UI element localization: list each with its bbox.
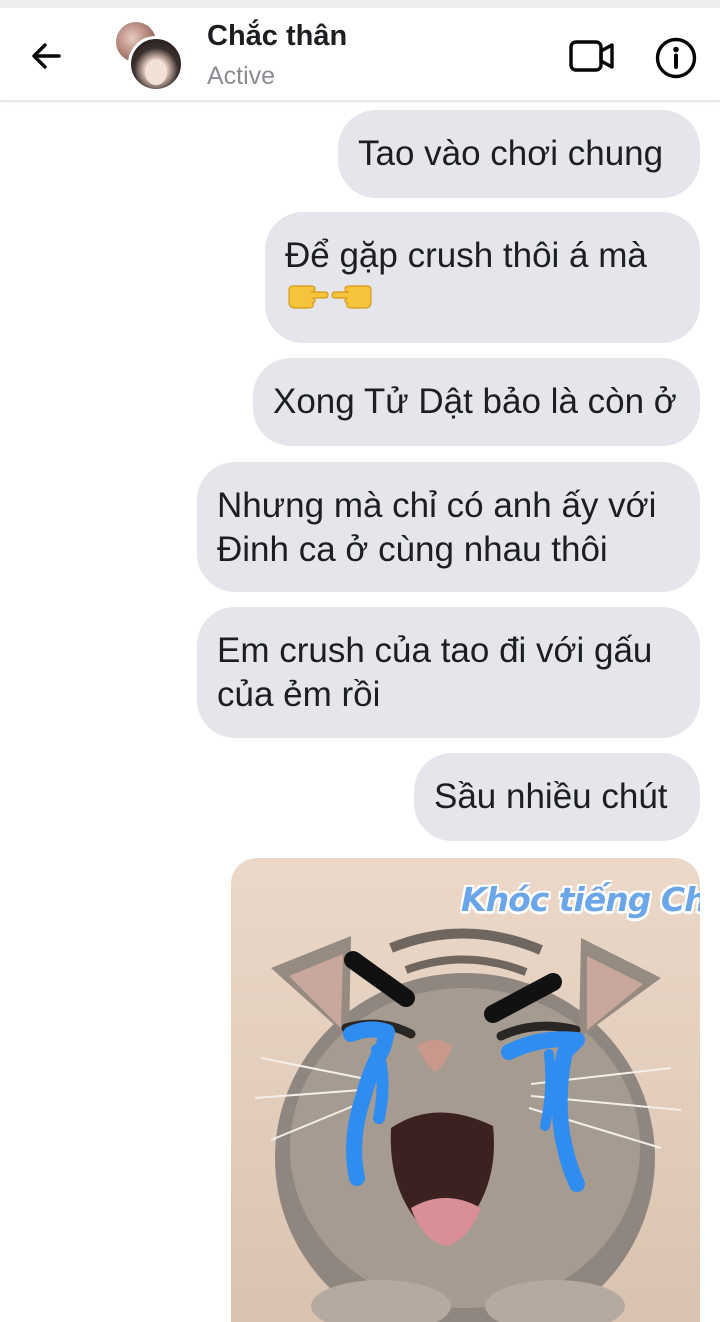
- pointing-right-hand-icon: [288, 285, 329, 309]
- sticker-caption: Khóc tiếng Chó: [461, 880, 700, 919]
- message-bubble[interactable]: Nhưng mà chỉ có anh ấy với Đinh ca ở cùn…: [197, 462, 700, 592]
- info-icon: [655, 37, 697, 79]
- message-bubble[interactable]: Để gặp crush thôi á mà: [265, 212, 700, 343]
- message-bubble[interactable]: Sầu nhiều chút: [414, 753, 700, 841]
- message-text: Nhưng mà chỉ có anh ấy với: [217, 486, 657, 525]
- arrow-left-icon: [32, 43, 61, 69]
- message-text: Xong Tử Dật bảo là còn ở: [273, 382, 677, 421]
- avatar-primary: [128, 36, 184, 92]
- back-button[interactable]: [24, 34, 68, 78]
- chat-header: Chắc thân Active: [0, 8, 720, 102]
- message-bubble[interactable]: Xong Tử Dật bảo là còn ở: [253, 358, 700, 446]
- message-text: Tao vào chơi chung: [358, 134, 664, 173]
- emoji-row: [285, 280, 700, 310]
- cat-illustration: [254, 928, 682, 1322]
- message-text: Đinh ca ở cùng nhau thôi: [217, 530, 608, 569]
- message-text: Em crush của tao đi với gấu: [217, 631, 653, 670]
- video-call-button[interactable]: [566, 34, 618, 78]
- message-bubble[interactable]: Tao vào chơi chung: [338, 110, 700, 198]
- contact-avatar[interactable]: [116, 22, 184, 92]
- message-text: Để gặp crush thôi á mà: [285, 236, 647, 275]
- message-text: của ẻm rồi: [217, 675, 381, 714]
- contact-status: Active: [207, 62, 276, 90]
- video-camera-icon: [569, 40, 614, 72]
- crying-cat-sticker[interactable]: Khóc tiếng Chó: [231, 858, 700, 1322]
- info-button[interactable]: [652, 34, 700, 82]
- status-strip: [0, 0, 720, 8]
- message-text: Sầu nhiều chút: [434, 777, 668, 816]
- contact-name[interactable]: Chắc thân: [207, 20, 347, 53]
- message-bubble[interactable]: Em crush của tao đi với gấu của ẻm rồi: [197, 607, 700, 738]
- pointing-left-hand-icon: [331, 285, 372, 309]
